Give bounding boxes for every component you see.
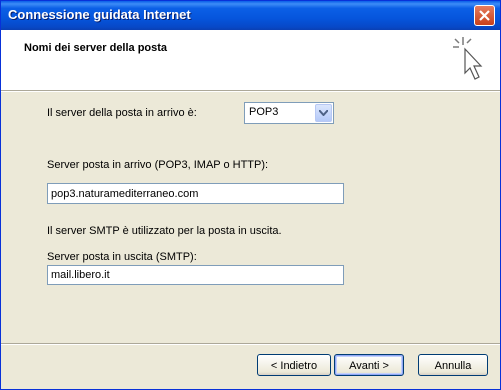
- wizard-cursor-icon: [453, 37, 483, 80]
- incoming-type-label: Il server della posta in arrivo è:: [47, 107, 197, 119]
- footer-divider-highlight: [1, 344, 500, 345]
- window-title: Connessione guidata Internet: [8, 7, 191, 22]
- chevron-down-icon: [319, 110, 328, 116]
- next-button[interactable]: Avanti >: [334, 354, 404, 376]
- smtp-note: Il server SMTP è utilizzato per la posta…: [47, 225, 282, 237]
- close-button[interactable]: [474, 5, 495, 26]
- incoming-type-value: POP3: [249, 106, 279, 118]
- cancel-button[interactable]: Annulla: [418, 354, 488, 376]
- incoming-server-label: Server posta in arrivo (POP3, IMAP o HTT…: [47, 159, 269, 171]
- wizard-window: Connessione guidata Internet Nomi dei se…: [0, 0, 501, 390]
- dropdown-button[interactable]: [315, 104, 332, 122]
- back-button[interactable]: < Indietro: [257, 354, 331, 376]
- close-icon: [479, 10, 490, 21]
- page-title: Nomi dei server della posta: [24, 42, 168, 54]
- wizard-header: Nomi dei server della posta: [1, 30, 500, 91]
- outgoing-server-input[interactable]: [47, 265, 344, 285]
- title-bar[interactable]: Connessione guidata Internet: [1, 1, 500, 30]
- incoming-type-select[interactable]: POP3: [244, 102, 334, 124]
- header-divider: [1, 91, 500, 92]
- incoming-server-input[interactable]: [47, 183, 344, 204]
- outgoing-server-label: Server posta in uscita (SMTP):: [47, 251, 197, 263]
